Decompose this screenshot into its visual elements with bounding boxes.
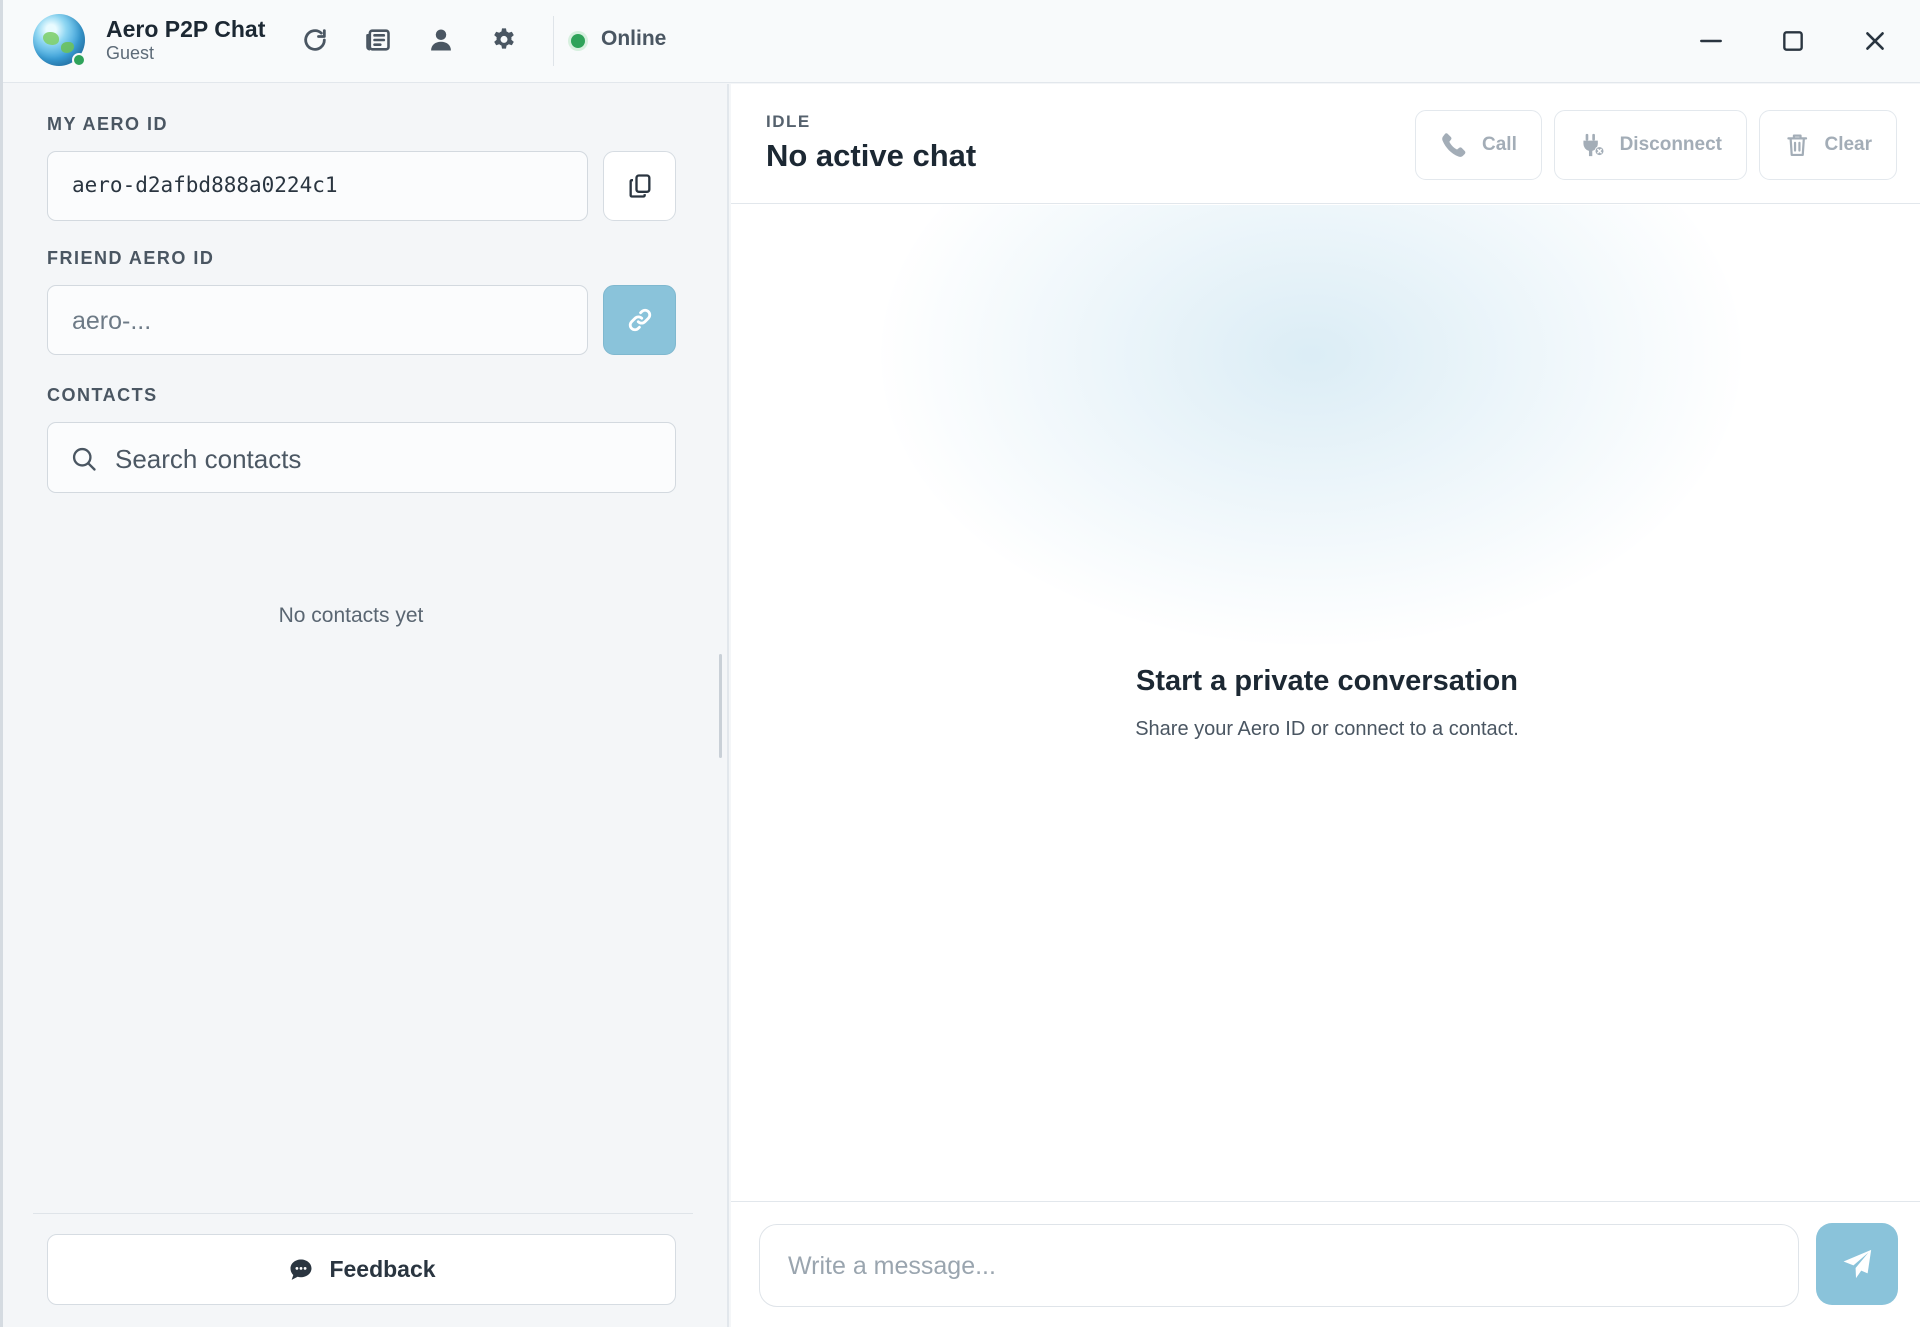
my-aero-id-value: aero-d2afbd888a0224c1	[72, 173, 338, 197]
sidebar: MY AERO ID aero-d2afbd888a0224c1 FRIEND …	[3, 84, 729, 1327]
copy-icon	[629, 174, 650, 198]
title-bar: Aero P2P Chat Guest Online	[3, 0, 1920, 83]
close-button[interactable]	[1852, 18, 1898, 64]
copy-id-button[interactable]	[603, 151, 676, 221]
disconnect-button[interactable]: Disconnect	[1554, 110, 1747, 180]
friend-aero-id-input[interactable]: aero-...	[47, 285, 588, 355]
chat-state-label: IDLE	[766, 112, 811, 131]
chat-header: IDLE No active chat Call Disconnect Clea…	[731, 84, 1920, 204]
minimize-icon	[1700, 39, 1722, 43]
search-contacts-input[interactable]: Search contacts	[47, 422, 676, 493]
phone-icon	[1442, 133, 1466, 157]
call-button[interactable]: Call	[1415, 110, 1542, 180]
refresh-icon	[304, 29, 326, 51]
settings-icon	[494, 28, 514, 49]
friend-aero-id-label: FRIEND AERO ID	[47, 248, 215, 268]
app-title: Aero P2P Chat	[106, 16, 266, 42]
online-status-text: Online	[601, 27, 667, 50]
message-composer: Write a message...	[731, 1201, 1920, 1327]
empty-chat-title: Start a private conversation	[1136, 665, 1518, 697]
clear-button[interactable]: Clear	[1759, 110, 1897, 180]
settings-button[interactable]	[486, 22, 522, 58]
chat-title: No active chat	[766, 138, 977, 173]
sidebar-footer-divider	[33, 1213, 693, 1214]
refresh-button[interactable]	[297, 22, 333, 58]
my-aero-id-label: MY AERO ID	[47, 114, 169, 134]
feedback-label: Feedback	[329, 1256, 436, 1282]
clear-label: Clear	[1824, 134, 1872, 155]
news-button[interactable]	[360, 22, 396, 58]
news-icon	[366, 29, 390, 51]
empty-chat-subtitle: Share your Aero ID or connect to a conta…	[1135, 718, 1519, 740]
plug-disconnect-icon	[1583, 133, 1605, 157]
background-glow	[881, 205, 1741, 645]
connect-friend-button[interactable]	[603, 285, 676, 355]
profile-button[interactable]	[423, 22, 459, 58]
minimize-button[interactable]	[1688, 18, 1734, 64]
search-icon	[72, 447, 96, 471]
feedback-button[interactable]: Feedback	[47, 1234, 676, 1305]
sidebar-resize-handle[interactable]	[719, 654, 722, 758]
send-icon	[1843, 1249, 1872, 1279]
message-placeholder: Write a message...	[788, 1252, 996, 1280]
empty-contacts-message: No contacts yet	[278, 604, 424, 627]
maximize-icon	[1783, 31, 1803, 51]
presence-dot	[72, 53, 86, 67]
chat-bubble-icon	[290, 1259, 312, 1280]
chat-pane: IDLE No active chat Call Disconnect Clea…	[731, 84, 1920, 1327]
send-button[interactable]	[1816, 1223, 1898, 1305]
call-label: Call	[1482, 134, 1517, 155]
app-window: Aero P2P Chat Guest Online MY AERO ID ae…	[0, 0, 1920, 1327]
chat-messages-area: Start a private conversation Share your …	[731, 205, 1920, 1200]
user-name: Guest	[106, 43, 155, 63]
close-icon	[1866, 32, 1884, 50]
trash-icon	[1787, 134, 1808, 157]
online-status-dot	[571, 34, 585, 48]
contacts-label: CONTACTS	[47, 385, 158, 405]
friend-aero-id-placeholder: aero-...	[72, 307, 152, 335]
search-contacts-placeholder: Search contacts	[115, 444, 302, 474]
app-logo-globe-icon	[33, 14, 86, 67]
message-input[interactable]: Write a message...	[759, 1224, 1799, 1307]
link-icon	[628, 308, 651, 332]
disconnect-label: Disconnect	[1619, 134, 1722, 155]
my-aero-id-field[interactable]: aero-d2afbd888a0224c1	[47, 151, 588, 221]
profile-icon	[431, 29, 451, 51]
title-bar-divider	[553, 16, 554, 66]
maximize-button[interactable]	[1770, 18, 1816, 64]
